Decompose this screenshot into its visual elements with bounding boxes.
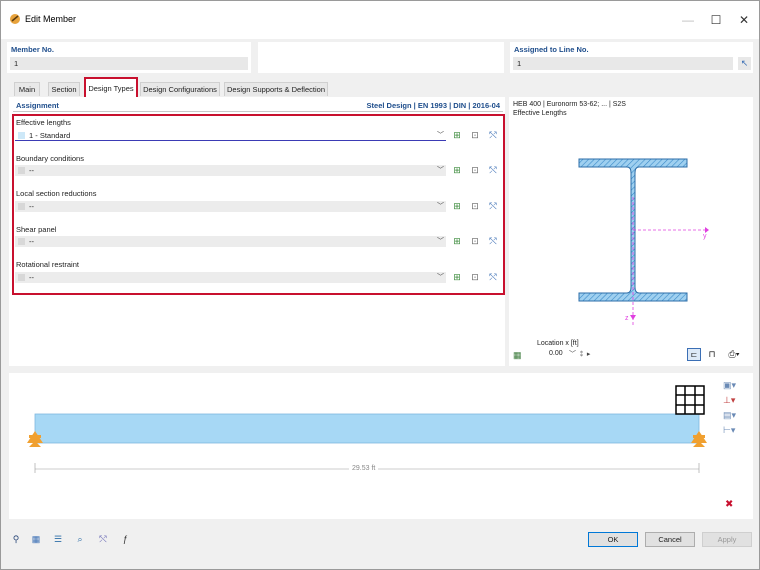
rotational-restraint-value: -- xyxy=(29,273,34,282)
member-name-panel xyxy=(258,42,504,73)
chevron-down-icon: ﹀ xyxy=(437,132,444,139)
chevron-down-icon: ﹀ xyxy=(437,203,444,210)
location-label: Location x [ft] xyxy=(537,340,579,347)
render-icon[interactable]: ▤▾ xyxy=(723,410,736,421)
rotational-restraint-select[interactable]: -- ﹀ xyxy=(15,272,446,283)
dimension-icon[interactable]: ⊢▾ xyxy=(723,425,735,436)
search-icon[interactable]: ⚲ xyxy=(9,532,23,546)
beam-drawing xyxy=(27,413,707,473)
assignment-title: Assignment xyxy=(16,101,59,110)
member-no-field[interactable]: 1 xyxy=(10,57,248,70)
new-icon[interactable]: ⊞ xyxy=(450,129,464,141)
standard-label: Steel Design | EN 1993 | DIN | 2016-04 xyxy=(366,101,500,110)
help-icon[interactable]: ⌕ xyxy=(73,532,87,546)
divider xyxy=(13,111,503,112)
color-swatch xyxy=(18,274,25,281)
boundary-conditions-select[interactable]: -- ﹀ xyxy=(15,165,446,176)
window-title: Edit Member xyxy=(25,14,77,24)
shear-panel-select[interactable]: -- ﹀ xyxy=(15,236,446,247)
axis-y-label: y xyxy=(703,233,707,240)
tab-design-types[interactable]: Design Types xyxy=(84,77,138,99)
select-line-icon[interactable]: ↖ xyxy=(738,57,751,70)
location-value[interactable]: 0.00 xyxy=(549,350,563,357)
tab-main[interactable]: Main xyxy=(14,82,40,96)
effective-lengths-value: 1 - Standard xyxy=(29,131,71,140)
tab-design-configurations[interactable]: Design Configurations xyxy=(140,82,220,96)
close-button[interactable]: ✕ xyxy=(731,9,757,31)
color-swatch xyxy=(18,238,25,245)
edit-icon[interactable]: ⊡ xyxy=(468,200,482,212)
tab-design-supports-deflection[interactable]: Design Supports & Deflection xyxy=(224,82,328,96)
new-icon[interactable]: ⊞ xyxy=(450,271,464,283)
effective-lengths-label: Effective lengths xyxy=(16,118,71,127)
app-icon xyxy=(10,14,20,24)
list-icon[interactable]: ☰ xyxy=(51,532,65,546)
pick-icon[interactable]: ⤲ xyxy=(486,235,500,247)
edit-icon[interactable]: ⊡ xyxy=(468,129,482,141)
reset-view-icon[interactable]: ✖ xyxy=(725,499,733,510)
local-section-reductions-label: Local section reductions xyxy=(16,189,97,198)
edit-member-dialog: Edit Member — ☐ ✕ Member No. 1 Assigned … xyxy=(0,0,760,570)
location-controls[interactable]: ﹀ ⁑ ▸ xyxy=(569,349,590,359)
axis-z-label: z xyxy=(625,315,629,322)
section-preview-panel: HEB 400 | Euronorm 53-62; ... | S2S Effe… xyxy=(509,97,753,366)
maximize-button[interactable]: ☐ xyxy=(703,9,729,31)
beam-length-label: 29.53 ft xyxy=(349,465,379,472)
line-no-panel: Assigned to Line No. 1 ↖ xyxy=(510,42,753,73)
edit-icon[interactable]: ⊡ xyxy=(468,235,482,247)
effective-lengths-select[interactable]: 1 - Standard ﹀ xyxy=(15,130,446,141)
color-swatch xyxy=(18,167,25,174)
title-bar: Edit Member — ☐ ✕ xyxy=(1,1,759,39)
pick-icon[interactable]: ⤲ xyxy=(486,129,500,141)
rotational-restraint-label: Rotational restraint xyxy=(16,260,79,269)
chevron-down-icon: ﹀ xyxy=(437,167,444,174)
new-icon[interactable]: ⊞ xyxy=(450,200,464,212)
show-values-icon[interactable]: ⊏ xyxy=(687,348,701,361)
tab-section[interactable]: Section xyxy=(48,82,80,96)
apply-button[interactable]: Apply xyxy=(702,532,752,547)
view-toggle-icon[interactable]: ▣▾ xyxy=(723,380,736,391)
units-icon[interactable]: ▦ xyxy=(29,532,43,546)
color-swatch xyxy=(18,132,25,139)
pick-member-icon[interactable]: ⤲ xyxy=(96,532,110,546)
print-icon[interactable]: ⎙▾ xyxy=(723,348,745,361)
member-no-panel: Member No. 1 xyxy=(7,42,251,73)
chevron-down-icon: ﹀ xyxy=(437,238,444,245)
boundary-conditions-label: Boundary conditions xyxy=(16,154,84,163)
local-section-reductions-select[interactable]: -- ﹀ xyxy=(15,201,446,212)
color-swatch xyxy=(18,203,25,210)
minimize-button[interactable]: — xyxy=(675,9,701,31)
member-no-label: Member No. xyxy=(11,45,54,54)
shear-panel-label: Shear panel xyxy=(16,225,57,234)
ok-button[interactable]: OK xyxy=(588,532,638,547)
new-icon[interactable]: ⊞ xyxy=(450,164,464,176)
pick-icon[interactable]: ⤲ xyxy=(486,271,500,283)
i-beam-section-drawing xyxy=(578,158,709,325)
pick-icon[interactable]: ⤲ xyxy=(486,164,500,176)
edit-icon[interactable]: ⊡ xyxy=(468,271,482,283)
new-icon[interactable]: ⊞ xyxy=(450,235,464,247)
function-icon[interactable]: ƒ xyxy=(118,532,132,546)
pick-icon[interactable]: ⤲ xyxy=(486,200,500,212)
shear-panel-value: -- xyxy=(29,237,34,246)
local-section-reductions-value: -- xyxy=(29,202,34,211)
view-icon[interactable]: ▦ xyxy=(513,349,527,361)
chevron-down-icon: ﹀ xyxy=(437,274,444,281)
beam-preview-panel: 29.53 ft ▣▾ ⊥▾ ▤▾ ⊢▾ ✖ xyxy=(9,373,753,519)
line-no-label: Assigned to Line No. xyxy=(514,45,589,54)
boundary-conditions-value: -- xyxy=(29,166,34,175)
view-cube-icon[interactable] xyxy=(675,385,705,415)
line-no-field[interactable]: 1 xyxy=(513,57,733,70)
edit-icon[interactable]: ⊡ xyxy=(468,164,482,176)
frame-icon[interactable]: ⊓ xyxy=(705,348,719,361)
cancel-button[interactable]: Cancel xyxy=(645,532,695,547)
axis-icon[interactable]: ⊥▾ xyxy=(723,395,735,406)
